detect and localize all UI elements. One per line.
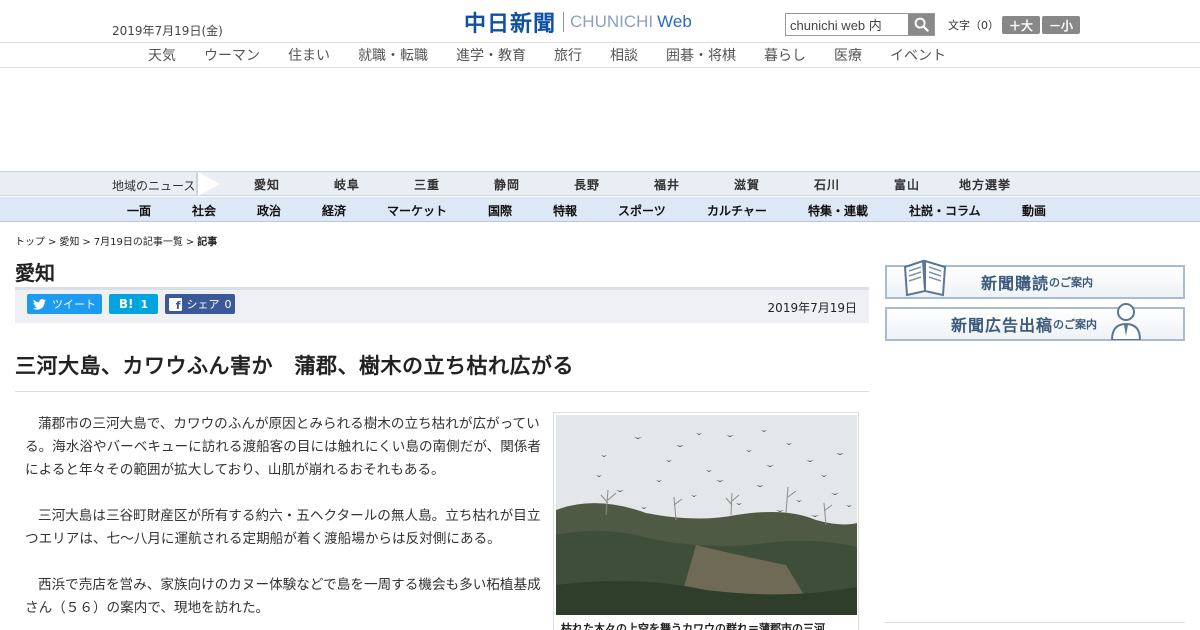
category-item-economy[interactable]: 経済 — [322, 202, 346, 219]
category-nav: 一面 社会 政治 経済 マーケット 国際 特報 スポーツ カルチャー 特集・連載… — [0, 197, 1200, 222]
category-item-video[interactable]: 動画 — [1022, 202, 1046, 219]
top-nav-item-go-shogi[interactable]: 囲碁・将棋 — [666, 45, 736, 65]
article-photo-figure: 枯れた木々の上空を舞うカワウの群れ＝蒲郡市の三河 — [553, 412, 859, 630]
category-item-editorials[interactable]: 社説・コラム — [909, 202, 981, 219]
region-item-shizuoka[interactable]: 静岡 — [494, 176, 520, 193]
top-nav-item-housing[interactable]: 住まい — [288, 45, 330, 65]
category-item-front-page[interactable]: 一面 — [127, 202, 151, 219]
breadcrumb-current: 記事 — [197, 237, 218, 248]
businessman-icon — [1111, 303, 1142, 340]
facebook-share-button[interactable]: f シェア 0 — [165, 294, 235, 314]
category-item-society[interactable]: 社会 — [192, 202, 216, 219]
facebook-icon: f — [168, 297, 182, 311]
share-bar: ツイート B! 1 f シェア 0 2019年7月19日 — [15, 290, 869, 323]
region-nav: 地域のニュース 愛知 岐阜 三重 静岡 長野 福井 滋賀 石川 富山 地方選挙 — [0, 171, 1200, 196]
facebook-share-label: シェア — [186, 298, 220, 311]
top-nav-item-advice[interactable]: 相談 — [610, 45, 638, 65]
category-item-features[interactable]: 特集・連載 — [808, 202, 868, 219]
top-nav-item-woman[interactable]: ウーマン — [204, 45, 260, 65]
tweet-button[interactable]: ツイート — [27, 294, 102, 314]
top-nav-item-weather[interactable]: 天気 — [148, 45, 176, 65]
region-item-shiga[interactable]: 滋賀 — [734, 176, 760, 193]
region-item-toyama[interactable]: 富山 — [894, 176, 920, 193]
breadcrumb-aichi[interactable]: 愛知 — [59, 237, 79, 248]
category-item-culture[interactable]: カルチャー — [707, 202, 767, 219]
category-item-market[interactable]: マーケット — [387, 202, 447, 219]
newspaper-reader-icon — [903, 259, 947, 297]
top-nav: 天気 ウーマン 住まい 就職・転職 進学・教育 旅行 相談 囲碁・将棋 暮らし … — [0, 42, 1200, 68]
font-smaller-button[interactable]: －小 — [1042, 16, 1080, 34]
search-button[interactable] — [908, 14, 934, 35]
hatena-count: 1 — [140, 297, 149, 311]
category-item-international[interactable]: 国際 — [488, 202, 512, 219]
breadcrumb-separator: > — [48, 237, 57, 248]
subscription-banner[interactable]: 新聞購読 のご案内 — [885, 259, 1185, 299]
subscription-banner-suffix: のご案内 — [1049, 276, 1094, 289]
region-item-nagano[interactable]: 長野 — [574, 176, 600, 193]
sidebar-divider — [885, 622, 1185, 623]
logo-web: Web — [657, 12, 692, 31]
facebook-share-count: 0 — [224, 297, 232, 311]
article-paragraph: 蒲郡市の三河大島で、カワウのふんが原因とみられる樹木の立ち枯れが広がっている。海… — [25, 416, 542, 478]
region-item-mie[interactable]: 三重 — [414, 176, 440, 193]
section-title: 愛知 — [15, 261, 55, 285]
breadcrumb-separator: > — [82, 237, 91, 248]
search-icon — [914, 17, 929, 32]
breadcrumb-separator: > — [185, 237, 195, 248]
top-nav-item-jobs[interactable]: 就職・転職 — [358, 45, 428, 65]
subscription-banner-title: 新聞購読 — [981, 274, 1050, 293]
font-larger-button[interactable]: ＋大 — [1002, 16, 1040, 34]
advertising-banner-suffix: のご案内 — [1053, 318, 1098, 331]
region-item-gifu[interactable]: 岐阜 — [334, 176, 360, 193]
advertising-banner[interactable]: 新聞広告出稿 のご案内 — [885, 303, 1185, 341]
logo-english: CHUNICHI — [570, 12, 654, 31]
article-date: 2019年7月19日 — [767, 301, 857, 315]
logo-kanji: 中日新聞 — [464, 11, 557, 37]
twitter-bird-icon — [33, 298, 46, 310]
hatena-logo-icon: B! — [118, 297, 134, 311]
top-nav-item-events[interactable]: イベント — [890, 45, 946, 65]
breadcrumb-top[interactable]: トップ — [15, 237, 45, 248]
top-nav-item-living[interactable]: 暮らし — [764, 45, 806, 65]
cormorants-over-trees-photo — [556, 415, 857, 615]
advertising-banner-title: 新聞広告出稿 — [951, 316, 1054, 335]
category-item-politics[interactable]: 政治 — [257, 202, 281, 219]
category-item-sports[interactable]: スポーツ — [618, 202, 666, 219]
region-item-aichi[interactable]: 愛知 — [254, 176, 280, 193]
article-photo[interactable] — [556, 415, 857, 615]
region-item-ishikawa[interactable]: 石川 — [814, 176, 840, 193]
headline-rule — [15, 391, 869, 392]
region-item-fukui[interactable]: 福井 — [654, 176, 680, 193]
logo-divider — [563, 12, 565, 32]
font-size-label: 文字（0） — [948, 19, 999, 32]
article-paragraph: 西浜で売店を営み、家族向けのカヌー体験などで島を一周する機会も多い柘植基成さん（… — [25, 577, 541, 616]
region-nav-label: 地域のニュース — [112, 179, 196, 193]
article-headline: 三河大島、カワウふん害か 蒲郡、樹木の立ち枯れ広がる — [15, 354, 574, 378]
article-paragraph: 三河大島は三谷町財産区が所有する約六・五ヘクタールの無人島。立ち枯れが目立つエリ… — [25, 508, 541, 547]
breadcrumb: トップ > 愛知 >7月19日の記事一覧 > 記事 — [15, 233, 220, 248]
photo-caption: 枯れた木々の上空を舞うカワウの群れ＝蒲郡市の三河 — [561, 622, 825, 630]
search-input[interactable] — [786, 14, 908, 35]
breadcrumb-date-list[interactable]: 7月19日の記事一覧 — [94, 237, 183, 248]
tweet-label: ツイート — [52, 298, 96, 311]
category-item-special-report[interactable]: 特報 — [553, 202, 577, 219]
site-logo[interactable]: 中日新聞 CHUNICHI Web — [464, 9, 692, 37]
top-nav-item-travel[interactable]: 旅行 — [554, 45, 582, 65]
region-nav-arrow — [198, 172, 220, 196]
top-nav-item-medical[interactable]: 医療 — [834, 45, 862, 65]
region-item-local-elections[interactable]: 地方選挙 — [959, 176, 1011, 193]
site-search — [785, 13, 935, 36]
top-nav-item-education[interactable]: 進学・教育 — [456, 45, 526, 65]
header-date: 2019年7月19日(金) — [112, 24, 223, 38]
hatena-bookmark-button[interactable]: B! 1 — [109, 294, 158, 314]
